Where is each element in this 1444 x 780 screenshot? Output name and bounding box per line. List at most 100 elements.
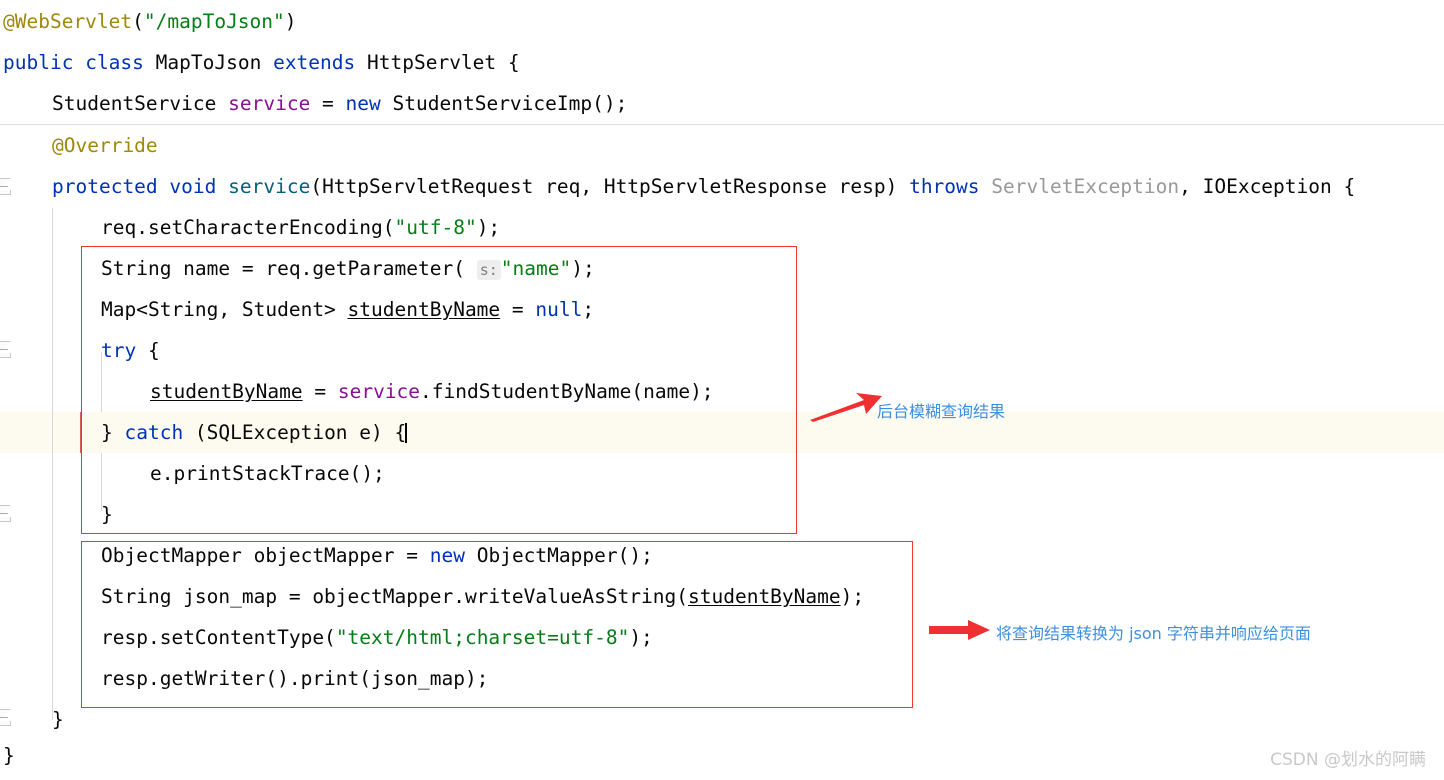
sp1 [73,51,85,74]
call-close-3: ); [571,257,595,280]
code-line-override[interactable]: @Override [52,135,158,157]
call-close-6: ); [629,626,653,649]
type-ioexception: IOException [1202,175,1332,198]
brace-open-class: { [496,51,520,74]
code-line-json-map[interactable]: String json_map = objectMapper.writeValu… [101,586,864,608]
keyword-catch: catch [124,421,184,444]
catch-params: (SQLException e) { [183,421,407,444]
text-caret [405,423,407,443]
code-line-objectmapper[interactable]: ObjectMapper objectMapper = new ObjectMa… [101,545,653,567]
sp2 [144,51,156,74]
annotation-token-override: @Override [52,134,158,157]
brace-close-catch: } [101,503,113,526]
decl-objectmapper: ObjectMapper objectMapper = [101,544,430,567]
type-studentserviceimp: StudentServiceImp [392,92,593,115]
code-line-find-student[interactable]: studentByName = service.findStudentByNam… [150,381,714,403]
var-studentbyname-2: studentByName [150,380,303,403]
type-httpservlet: HttpServlet [367,51,497,74]
call-setcontenttype: resp.setContentType( [101,626,336,649]
fold-marker-block[interactable] [0,505,11,522]
annotation-query-result-label: 后台模糊查询结果 [877,402,1006,421]
type-maptojson: MapToJson [155,51,262,74]
sp10 [465,544,477,567]
annotation-token-webservlet: @WebServlet [3,10,133,33]
code-line-close-class[interactable]: } [3,745,15,767]
call-setcharacterencoding: req.setCharacterEncoding( [101,216,395,239]
code-line-set-contenttype[interactable]: resp.setContentType("text/html;charset=u… [101,627,653,649]
string-utf8: "utf-8" [394,216,477,239]
code-editor[interactable]: @WebServlet("/mapToJson") public class M… [0,0,1444,780]
type-studentservice: StudentService [52,92,217,115]
call-close-1: (); [592,92,628,115]
watermark-text: CSDN @划水的阿瞒 [1270,750,1426,770]
code-line-close-catch[interactable]: } [101,504,113,526]
code-line-get-name[interactable]: String name = req.getParameter( s: "name"… [101,258,595,281]
params-service: (HttpServletRequest req, HttpServletResp… [310,175,910,198]
brace-open-try: { [136,339,160,362]
sp4 [355,51,367,74]
sp3 [261,51,273,74]
fold-marker-try[interactable] [0,341,11,358]
code-line-printstacktrace[interactable]: e.printStackTrace(); [150,463,385,485]
annotation-json-response-label: 将查询结果转换为 json 字符串并响应给页面 [996,624,1311,643]
code-line-webservlet[interactable]: @WebServlet("/mapToJson") [3,11,297,33]
keyword-protected: protected [52,175,158,198]
field-service-ref: service [337,380,421,403]
code-line-print-json[interactable]: resp.getWriter().print(json_map); [101,668,488,690]
keyword-null: null [535,298,583,321]
current-line-marker [80,412,81,453]
var-studentbyname-1: studentByName [347,298,501,321]
brace-close-method: } [52,708,64,731]
call-close-2: ); [476,216,501,239]
assign-3: = [302,380,338,403]
decl-json-map: String json_map = objectMapper.writeValu… [101,585,688,608]
code-line-try[interactable]: try { [101,340,160,362]
keyword-extends: extends [273,51,356,74]
code-line-field-service[interactable]: StudentService service = new StudentServ… [52,93,627,115]
call-findstudentbyname: .findStudentByName(name); [420,380,714,403]
declaration-separator [0,124,1444,125]
type-objectmapper-ctor: ObjectMapper [476,544,618,567]
var-studentbyname-3: studentByName [688,585,841,608]
sp7 [158,175,170,198]
call-getwriter-print: resp.getWriter().print(json_map); [101,667,489,690]
code-line-set-encoding[interactable]: req.setCharacterEncoding("utf-8"); [101,217,500,239]
indent-guide-method [52,208,53,720]
sp9 [980,175,992,198]
red-arrow-right-2 [929,620,990,640]
keyword-public: public [3,51,74,74]
keyword-throws: throws [909,175,980,198]
code-line-map-decl[interactable]: Map<String, Student> studentByName = nul… [101,299,594,321]
stmt-get-parameter: String name = req.getParameter( [101,257,477,280]
assign-2: = [500,298,536,321]
sp5 [216,92,228,115]
string-contenttype: "text/html;charset=utf-8" [335,626,630,649]
brace-open-method: { [1331,175,1356,198]
assign-1: = [310,92,346,115]
code-line-catch[interactable]: } catch (SQLException e) { [101,422,407,444]
inlay-hint-parameter-s: s: [476,260,501,280]
type-servletexception: ServletException [991,175,1180,198]
red-arrow-up-right-1 [810,393,882,422]
call-close-5: ); [840,585,865,608]
method-name-service: service [228,175,311,198]
paren-open: ( [132,10,144,33]
keyword-void: void [169,175,217,198]
brace-close-class: } [3,744,15,767]
field-service: service [228,92,311,115]
comma-1: , [1179,175,1203,198]
code-line-class-decl[interactable]: public class MapToJson extends HttpServl… [3,52,520,74]
string-name: "name" [500,257,572,280]
semi-1: ; [582,298,595,321]
keyword-class: class [85,51,144,74]
paren-close: ) [284,10,297,33]
sp6 [381,92,393,115]
code-line-service-signature[interactable]: protected void service(HttpServletReques… [52,176,1355,198]
call-close-4: (); [617,544,653,567]
keyword-try: try [101,339,137,362]
string-path: "/mapToJson" [143,10,285,33]
code-line-close-method[interactable]: } [52,709,64,731]
type-map-generic: Map<String, Student> [101,298,348,321]
fold-marker-class[interactable] [0,709,11,726]
fold-marker-method[interactable] [0,178,11,195]
